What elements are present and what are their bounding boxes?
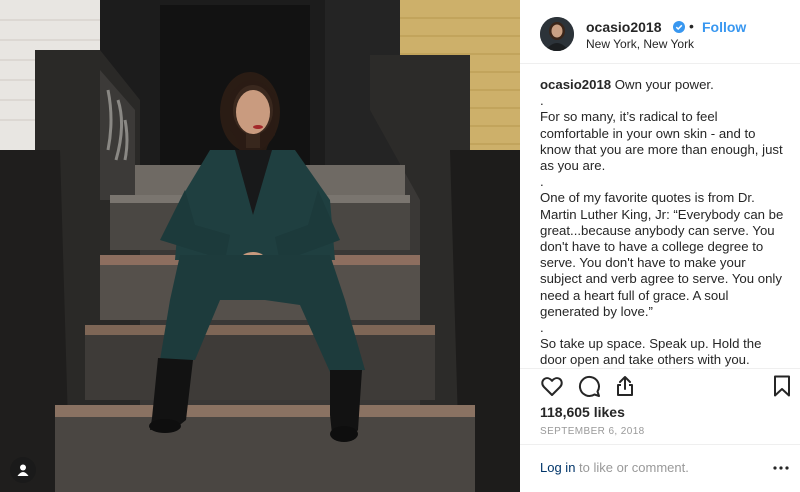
caption-line: . <box>540 320 544 336</box>
post-side-panel: ocasio2018 • Follow New York, New York o… <box>520 0 800 492</box>
caption-line: So take up space. Speak up. Hold the doo… <box>540 336 762 367</box>
post-caption: ocasio2018 Own your power. . For so many… <box>540 77 786 367</box>
caption-line: . <box>540 93 544 109</box>
avatar[interactable] <box>540 17 574 51</box>
instagram-post: ocasio2018 • Follow New York, New York o… <box>0 0 800 492</box>
actions-divider <box>520 368 800 369</box>
login-link[interactable]: Log in <box>540 460 575 475</box>
caption-username[interactable]: ocasio2018 <box>540 77 611 92</box>
location-link[interactable]: New York, New York <box>586 37 694 51</box>
post-photo[interactable] <box>0 0 520 492</box>
caption-text: Own your power. <box>611 77 714 92</box>
login-suffix: to like or comment. <box>575 460 689 475</box>
caption-line: . <box>540 174 544 190</box>
login-prompt: Log in to like or comment. <box>540 460 689 475</box>
photo-illustration <box>0 0 520 492</box>
share-icon[interactable] <box>613 374 637 398</box>
header-separator: • <box>689 18 694 34</box>
caption-line: One of my favorite quotes is from Dr. Ma… <box>540 190 784 319</box>
verified-badge-icon <box>673 21 685 33</box>
user-tag-icon[interactable] <box>10 457 36 483</box>
follow-button[interactable]: Follow <box>702 19 746 35</box>
post-date[interactable]: SEPTEMBER 6, 2018 <box>540 426 645 437</box>
caption-line: ocasio2018 Own your power. <box>540 77 786 93</box>
more-options-icon[interactable] <box>772 459 790 477</box>
likes-count[interactable]: 118,605 likes <box>540 404 625 420</box>
caption-line: For so many, it’s radical to feel comfor… <box>540 109 786 174</box>
bookmark-icon[interactable] <box>770 374 794 398</box>
comment-icon[interactable] <box>577 374 601 398</box>
post-header: ocasio2018 • Follow New York, New York <box>520 0 800 64</box>
header-username[interactable]: ocasio2018 <box>586 19 662 35</box>
heart-icon[interactable] <box>540 374 564 398</box>
